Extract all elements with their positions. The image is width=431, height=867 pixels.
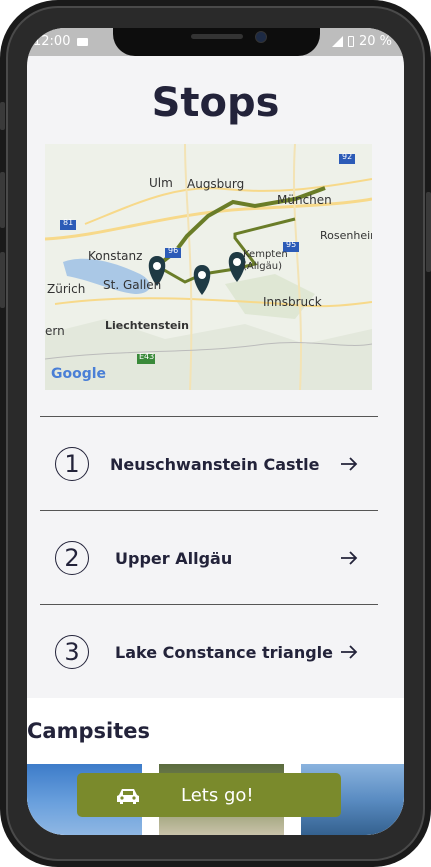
map-label: ern — [45, 324, 65, 338]
map-label: Konstanz — [88, 249, 143, 263]
map-label: München — [277, 193, 332, 207]
road-shield-label: E43 — [139, 352, 155, 361]
side-button — [0, 102, 5, 130]
status-indicators: 20 % — [331, 34, 392, 49]
map-label: Ulm — [149, 176, 173, 190]
button-label: Lets go! — [181, 785, 254, 806]
phone-notch — [113, 28, 320, 56]
arrow-right-icon[interactable] — [340, 549, 358, 567]
car-icon — [117, 789, 139, 804]
road-shield-label: 95 — [286, 240, 297, 249]
stop-row-1[interactable]: 1 Neuschwanstein Castle — [40, 418, 378, 510]
map-label: Kempten (Allgäu) — [243, 249, 288, 272]
side-button — [0, 172, 5, 228]
battery-level: 20 % — [358, 34, 392, 49]
map-label: Augsburg — [187, 177, 245, 191]
stop-number: 2 — [55, 541, 89, 575]
status-time: 12:00 — [33, 34, 71, 49]
stop-row-2[interactable]: 2 Upper Allgäu — [40, 512, 378, 604]
stop-name: Neuschwanstein Castle — [110, 455, 320, 474]
page-title: Stops — [151, 80, 280, 126]
side-button — [426, 192, 431, 272]
map-label: Liechtenstein — [105, 319, 190, 332]
divider — [40, 416, 378, 417]
lets-go-button[interactable]: Lets go! — [77, 773, 341, 817]
road-shield-label: 96 — [168, 246, 179, 255]
map-attribution: Google — [51, 366, 107, 382]
section-title: Campsites — [27, 719, 150, 743]
stop-name: Upper Allgäu — [115, 549, 233, 568]
camera-status-icon — [77, 38, 88, 46]
map-label: Zürich — [47, 282, 86, 296]
road-shield-label: 81 — [63, 218, 74, 227]
route-map[interactable]: Ulm Augsburg München Konstanz Zürich St.… — [45, 144, 372, 390]
map-label: Innsbruck — [263, 295, 322, 309]
signal-icon — [331, 36, 343, 47]
stop-number: 1 — [55, 447, 89, 481]
app-screen: 12:00 20 % Stops Ulm Augsburg München Ko… — [27, 28, 404, 835]
arrow-right-icon[interactable] — [340, 455, 358, 473]
battery-icon — [347, 36, 354, 47]
road-shield-label: 92 — [342, 152, 353, 161]
side-button — [0, 252, 5, 308]
stop-number: 3 — [55, 635, 89, 669]
divider — [40, 604, 378, 605]
map-label: Rosenheim — [320, 229, 372, 242]
stop-row-3[interactable]: 3 Lake Constance triangle — [40, 606, 378, 698]
speaker-grille — [191, 34, 243, 39]
map-label: St. Gallen — [103, 278, 162, 292]
divider — [40, 510, 378, 511]
arrow-right-icon[interactable] — [340, 643, 358, 661]
stop-name: Lake Constance triangle — [115, 643, 334, 662]
front-camera — [255, 31, 267, 43]
